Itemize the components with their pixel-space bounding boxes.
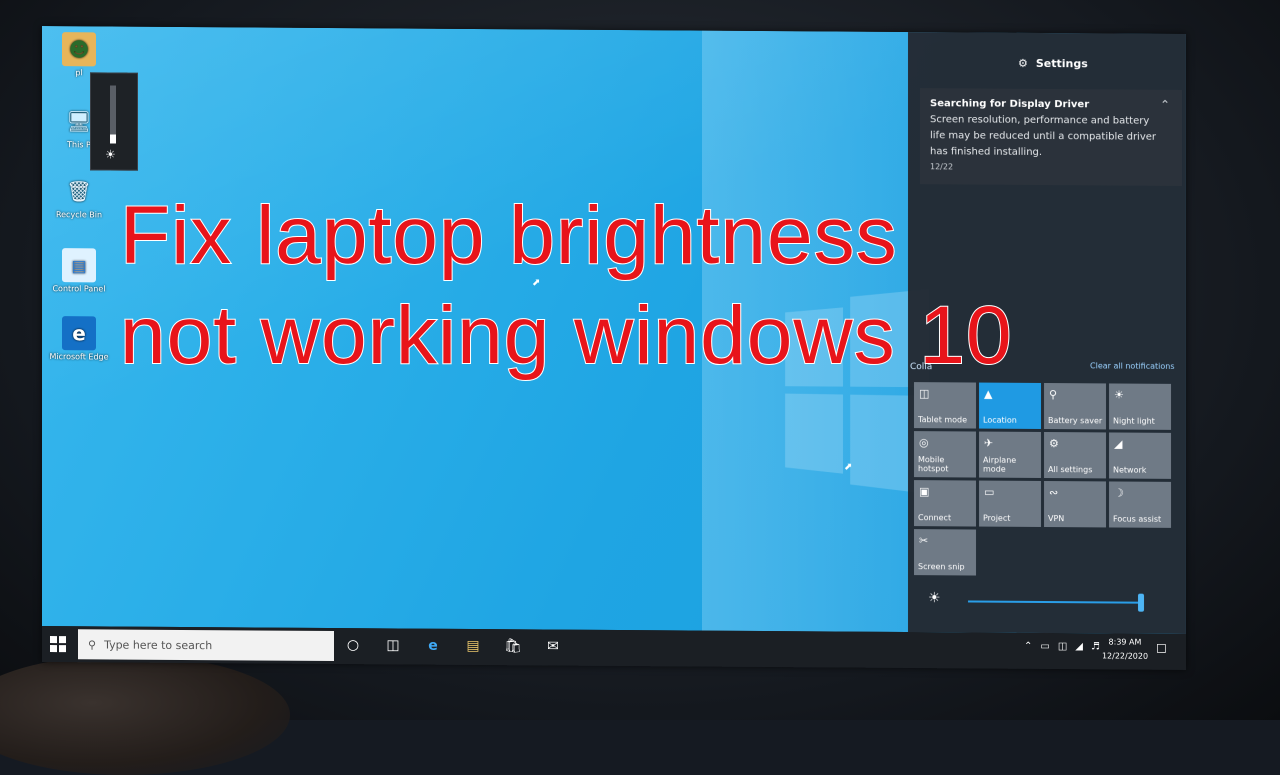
notification-card[interactable]: Searching for Display Driver Screen reso… bbox=[920, 88, 1182, 186]
mail-icon[interactable]: ✉ bbox=[542, 635, 564, 657]
airplane-icon: ✈ bbox=[984, 436, 994, 450]
search-placeholder: Type here to search bbox=[104, 637, 213, 652]
edge-icon: e bbox=[62, 316, 96, 351]
vpn-icon: ∾ bbox=[1049, 486, 1059, 500]
overlay-line-1: Fix laptop brightness bbox=[119, 189, 898, 282]
tile-screen-snip[interactable]: ✂ Screen snip bbox=[914, 529, 976, 576]
sun-icon: ☀ bbox=[928, 590, 941, 607]
taskbar-search-box[interactable]: ⚲ Type here to search bbox=[78, 629, 334, 662]
display-icon[interactable]: ◫ bbox=[1058, 641, 1067, 652]
mobile-hotspot-icon: ◎ bbox=[919, 436, 929, 450]
tile-battery-saver[interactable]: ⚲ Battery saver bbox=[1044, 383, 1106, 430]
system-tray: ⌃ ▭ ◫ ◢ ♬ bbox=[1024, 641, 1100, 653]
edge-taskbar-icon[interactable]: e bbox=[422, 635, 444, 657]
recycle-bin-icon: 🗑 bbox=[66, 179, 92, 204]
connect-icon: ▣ bbox=[919, 485, 930, 499]
video-title-overlay: Fix laptop brightness not working window… bbox=[119, 186, 1180, 386]
desktop-icon-recycle-bin[interactable]: 🗑 Recycle Bin bbox=[44, 174, 114, 219]
file-explorer-icon[interactable]: ▤ bbox=[462, 635, 484, 657]
taskbar-clock[interactable]: 8:39 AM 12/22/2020 bbox=[1098, 635, 1152, 663]
gear-icon: ⚙ bbox=[1018, 56, 1028, 70]
brightness-flyout[interactable]: ☀ bbox=[90, 72, 138, 171]
tile-night-light[interactable]: ☀ Night light bbox=[1109, 383, 1171, 430]
brightness-flyout-track[interactable] bbox=[110, 85, 116, 144]
store-icon[interactable]: 🛍 bbox=[502, 635, 524, 657]
notification-title: Searching for Display Driver bbox=[930, 98, 1090, 111]
user-folder-icon: ☻ bbox=[62, 32, 96, 67]
clock-time: 8:39 AM bbox=[1108, 637, 1142, 647]
task-view-icon[interactable]: ◫ bbox=[382, 634, 404, 656]
battery-saver-icon: ⚲ bbox=[1049, 388, 1058, 402]
quick-actions-grid: ◫ Tablet mode ▲ Location ⚲ Battery saver ☀ N… bbox=[914, 382, 1180, 577]
notification-date: 12/22 bbox=[930, 162, 954, 172]
search-icon: ⚲ bbox=[88, 637, 97, 651]
desktop-icon-user-folder[interactable]: ☻ pl bbox=[44, 32, 114, 77]
action-center-button[interactable]: ☐ bbox=[1156, 642, 1174, 660]
mouse-cursor-icon: ⬈ bbox=[844, 461, 853, 473]
tile-connect[interactable]: ▣ Connect bbox=[914, 480, 976, 527]
action-center-settings-link[interactable]: ⚙ Settings bbox=[1018, 57, 1088, 70]
cortana-icon[interactable]: ○ bbox=[342, 634, 364, 656]
tile-network[interactable]: ◢ Network bbox=[1109, 432, 1171, 479]
location-icon: ▲ bbox=[984, 387, 993, 401]
tile-location[interactable]: ▲ Location bbox=[979, 382, 1041, 429]
tile-mobile-hotspot[interactable]: ◎ Mobile hotspot bbox=[914, 431, 976, 478]
brightness-slider-track[interactable] bbox=[968, 600, 1140, 604]
settings-icon: ⚙ bbox=[1049, 437, 1059, 451]
tablet-mode-icon: ◫ bbox=[919, 387, 930, 401]
sun-icon: ☀ bbox=[105, 147, 116, 162]
tile-all-settings[interactable]: ⚙ All settings bbox=[1044, 432, 1106, 479]
brightness-flyout-fill bbox=[110, 134, 116, 144]
project-icon: ▭ bbox=[984, 485, 995, 499]
tile-tablet-mode[interactable]: ◫ Tablet mode bbox=[914, 382, 976, 429]
tile-focus-assist[interactable]: ☽ Focus assist bbox=[1109, 481, 1171, 528]
wifi-icon[interactable]: ◢ bbox=[1075, 641, 1083, 652]
desktop-icon-edge[interactable]: e Microsoft Edge bbox=[44, 316, 114, 361]
taskbar-pinned-apps: ○ ◫ e ▤ 🛍 ✉ bbox=[342, 634, 564, 658]
focus-assist-icon: ☽ bbox=[1114, 486, 1124, 500]
network-icon: ◢ bbox=[1114, 437, 1123, 451]
tile-vpn[interactable]: ∾ VPN bbox=[1044, 481, 1106, 528]
tile-airplane-mode[interactable]: ✈ Airplane mode bbox=[979, 431, 1041, 478]
desktop-icon-control-panel[interactable]: ▤ Control Panel bbox=[44, 248, 114, 293]
brightness-slider-thumb[interactable] bbox=[1138, 593, 1144, 612]
night-light-icon: ☀ bbox=[1114, 388, 1124, 402]
start-button[interactable] bbox=[50, 636, 66, 653]
battery-icon[interactable]: ▭ bbox=[1040, 641, 1049, 652]
brightness-slider[interactable]: ☀ bbox=[928, 590, 1168, 614]
chevron-up-icon[interactable]: ⌃ bbox=[1024, 641, 1032, 652]
notification-body: Screen resolution, performance and batte… bbox=[930, 114, 1157, 158]
chevron-up-icon[interactable]: ⌃ bbox=[1160, 98, 1170, 112]
control-panel-icon: ▤ bbox=[62, 248, 96, 283]
tile-project[interactable]: ▭ Project bbox=[979, 480, 1041, 527]
clock-date: 12/22/2020 bbox=[1101, 651, 1149, 661]
screen-snip-icon: ✂ bbox=[919, 534, 929, 548]
overlay-line-2: not working windows 10 bbox=[119, 289, 1013, 382]
